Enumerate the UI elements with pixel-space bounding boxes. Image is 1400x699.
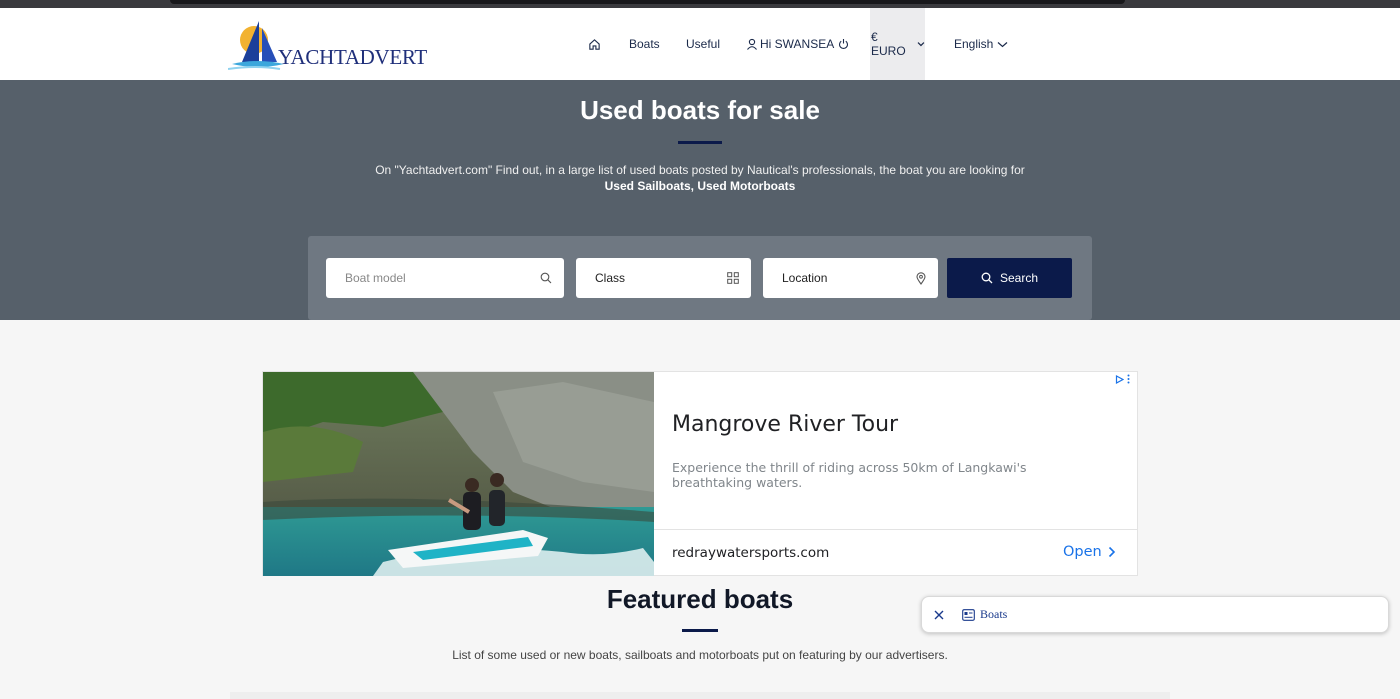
grid-icon: [727, 272, 739, 284]
brand-name: YACHTADVERT: [278, 45, 427, 69]
ad-choices-icon: [1115, 374, 1124, 384]
ad-domain[interactable]: redraywatersports.com: [672, 545, 829, 561]
bookmark-toast: Boats: [921, 596, 1389, 633]
nav-user-label: Hi SWANSEA: [760, 37, 835, 51]
home-icon: [589, 38, 600, 50]
search-icon: [540, 272, 552, 284]
search-icon: [981, 272, 993, 284]
ad-text: Experience the thrill of riding across 5…: [672, 460, 1027, 490]
toast-label[interactable]: Boats: [980, 607, 1007, 622]
chevron-down-icon: [917, 42, 925, 47]
user-icon: [747, 38, 757, 50]
boat-model-input[interactable]: Boat model: [326, 258, 564, 298]
site-logo[interactable]: YACHTADVERT: [228, 18, 427, 73]
browser-top-strip-inner: [170, 0, 1125, 4]
site-header: YACHTADVERT Boats Useful Hi SWANSEA € EU…: [0, 8, 1400, 80]
ad-image[interactable]: [263, 372, 654, 576]
nav-boats-label: Boats: [629, 37, 660, 51]
ad-divider: [654, 529, 1138, 530]
advertisement-banner[interactable]: Mangrove River Tour Experience the thril…: [262, 371, 1138, 576]
ad-choices-badge[interactable]: [1115, 374, 1130, 384]
nav-user-menu[interactable]: Hi SWANSEA: [746, 8, 849, 80]
close-icon[interactable]: [933, 609, 945, 621]
search-button-label: Search: [999, 271, 1039, 285]
title-underline: [678, 141, 722, 144]
chevron-down-icon: [997, 41, 1008, 47]
ad-title[interactable]: Mangrove River Tour: [672, 412, 898, 437]
browser-top-strip: [0, 0, 1400, 8]
jet-ski-photo: [263, 372, 654, 576]
featured-description: List of some used or new boats, sailboat…: [452, 648, 948, 662]
hero-description: On "Yachtadvert.com" Find out, in a larg…: [375, 163, 1025, 177]
hero-section: Used boats for sale On "Yachtadvert.com"…: [0, 80, 1400, 320]
class-label: Class: [595, 271, 626, 285]
page-title: Used boats for sale: [580, 95, 820, 125]
nav-useful-label: Useful: [686, 37, 721, 51]
featured-underline: [682, 629, 718, 632]
search-button[interactable]: Search: [947, 258, 1072, 298]
ad-open-label: Open: [1063, 544, 1102, 560]
map-pin-icon: [916, 271, 926, 285]
currency-selector[interactable]: € EURO: [870, 8, 925, 80]
ad-open-button[interactable]: Open: [1063, 544, 1116, 560]
chevron-right-icon: [1108, 546, 1115, 558]
list-icon: [962, 608, 975, 621]
featured-cards-edge: [230, 692, 1170, 699]
location-select[interactable]: Location: [763, 258, 938, 298]
nav-useful[interactable]: Useful: [686, 8, 720, 80]
class-select[interactable]: Class: [576, 258, 751, 298]
location-label: Location: [782, 271, 828, 285]
search-bar: Boat model Class Location Search: [308, 236, 1092, 320]
nav-boats[interactable]: Boats: [629, 8, 660, 80]
nav-home[interactable]: [588, 8, 601, 80]
more-options-icon: [1127, 374, 1130, 384]
language-label: English: [954, 37, 994, 51]
boat-model-placeholder: Boat model: [345, 271, 406, 285]
language-selector[interactable]: English: [954, 8, 1008, 80]
currency-label: € EURO: [871, 30, 906, 58]
power-icon[interactable]: [838, 38, 849, 50]
hero-category-links[interactable]: Used Sailboats, Used Motorboats: [0, 179, 1400, 193]
